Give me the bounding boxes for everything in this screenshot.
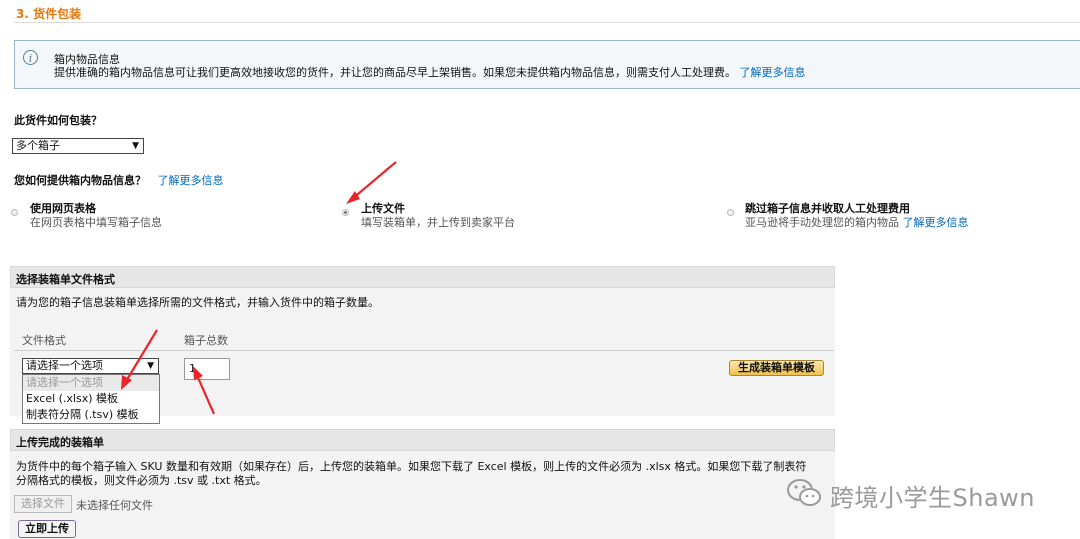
- arrow-head: [121, 375, 132, 390]
- annotation-arrows: [121, 161, 397, 415]
- arrow-box-count: [194, 372, 216, 415]
- arrow-upload-option: [351, 161, 397, 200]
- arrow-head: [193, 366, 203, 380]
- arrow-format-dropdown: [124, 329, 158, 384]
